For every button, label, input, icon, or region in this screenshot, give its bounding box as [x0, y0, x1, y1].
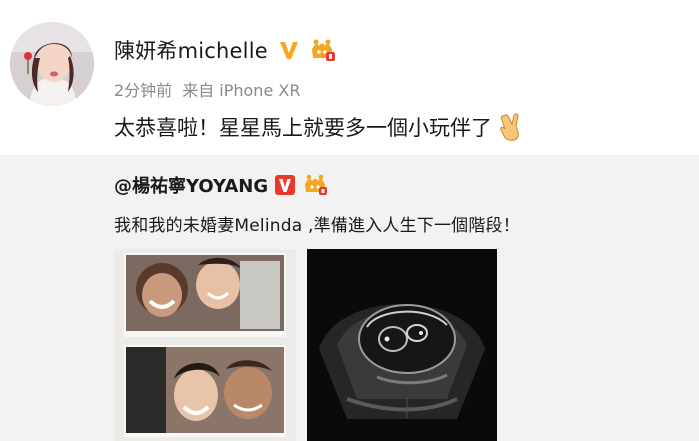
crown-icon[interactable]: [302, 173, 328, 197]
post-content: 太恭喜啦！星星馬上就要多一個小玩伴了: [114, 112, 522, 142]
post-time[interactable]: 2分钟前: [114, 77, 172, 101]
post-meta: 2分钟前 来自 iPhone XR: [114, 77, 300, 101]
repost-username-link[interactable]: @楊祐寧YOYANG: [114, 172, 268, 198]
post-source: 来自 iPhone XR: [182, 81, 301, 100]
avatar[interactable]: [10, 22, 94, 106]
crown-icon[interactable]: [308, 37, 336, 63]
repost-header: @楊祐寧YOYANG: [114, 171, 328, 199]
post-text: 太恭喜啦！星星馬上就要多一個小玩伴了: [114, 116, 492, 140]
post-header: 陳妍希michelle: [114, 34, 336, 66]
verified-v-icon: [279, 42, 298, 59]
repost-card[interactable]: @楊祐寧YOYANG 我和我的未婚妻Melinda ,準備進入人生下一個階段！: [0, 155, 699, 441]
victory-hand-icon: [500, 113, 519, 141]
verified-v-icon: [275, 175, 296, 195]
repost-text: 我和我的未婚妻Melinda ,準備進入人生下一個階段！: [114, 216, 520, 236]
ultrasound-photo-thumbnail[interactable]: [307, 249, 497, 441]
weibo-post: 陳妍希michelle 2分钟前 来自 iPhone XR 太恭喜啦！星星馬上就…: [0, 0, 699, 155]
couple-photo-thumbnail[interactable]: [114, 249, 296, 441]
username-link[interactable]: 陳妍希michelle: [114, 35, 268, 65]
